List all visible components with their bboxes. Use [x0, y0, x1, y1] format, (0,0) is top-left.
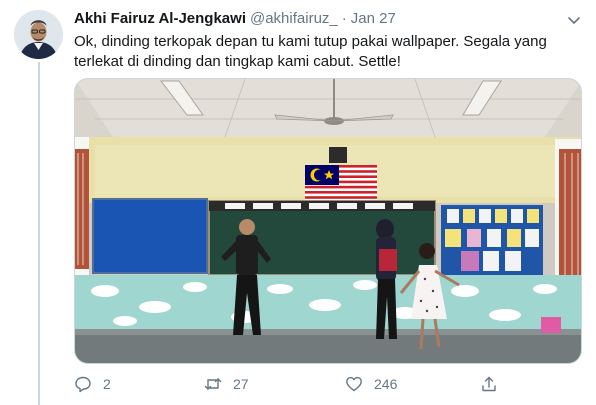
heart-icon — [346, 376, 362, 392]
share-button[interactable] — [480, 374, 509, 394]
tweet[interactable]: Akhi Fairuz Al-Jengkawi @akhifairuz_ · J… — [0, 0, 596, 405]
tweet-text: Ok, dinding terkopak depan tu kami tutup… — [74, 33, 547, 70]
separator-dot: · — [341, 10, 347, 27]
retweet-button[interactable]: 27 — [204, 374, 249, 394]
action-bar: 2 27 246 — [74, 374, 514, 394]
retweet-icon — [204, 378, 222, 390]
chevron-down-icon[interactable] — [566, 12, 582, 28]
reply-count: 2 — [103, 376, 111, 392]
tweet-header: Akhi Fairuz Al-Jengkawi @akhifairuz_ · J… — [74, 10, 396, 28]
avatar-image — [14, 10, 63, 59]
share-icon — [482, 376, 496, 392]
like-count: 246 — [374, 376, 398, 392]
retweet-count: 27 — [233, 376, 249, 392]
tweet-media[interactable] — [74, 78, 582, 364]
like-button[interactable]: 246 — [345, 374, 397, 394]
author-handle[interactable]: @akhifairuz_ — [250, 10, 338, 27]
thread-line — [38, 62, 40, 405]
reply-icon — [75, 376, 91, 393]
tweet-date[interactable]: Jan 27 — [351, 10, 396, 27]
classroom-photo — [75, 79, 581, 363]
avatar[interactable] — [14, 10, 63, 59]
author-name[interactable]: Akhi Fairuz Al-Jengkawi — [74, 10, 246, 27]
reply-button[interactable]: 2 — [74, 374, 111, 394]
